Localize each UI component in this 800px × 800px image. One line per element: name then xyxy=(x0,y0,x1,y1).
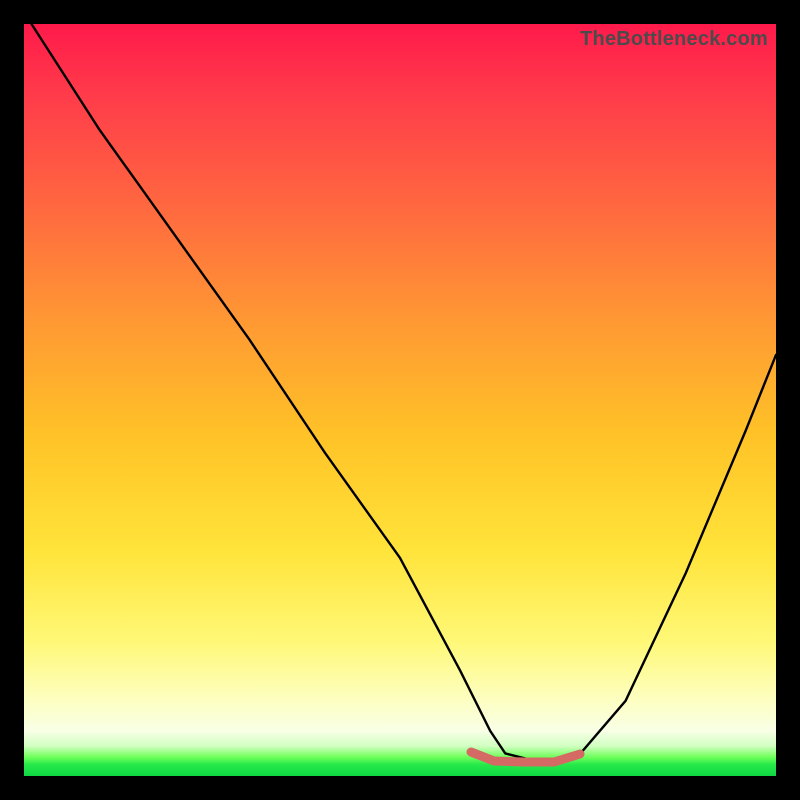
flat-zone-marker xyxy=(471,752,580,762)
plot-area: TheBottleneck.com xyxy=(24,24,776,776)
curve-layer xyxy=(24,24,776,776)
watermark-text: TheBottleneck.com xyxy=(580,28,768,51)
chart-frame: TheBottleneck.com xyxy=(0,0,800,800)
bottleneck-curve xyxy=(32,24,777,761)
